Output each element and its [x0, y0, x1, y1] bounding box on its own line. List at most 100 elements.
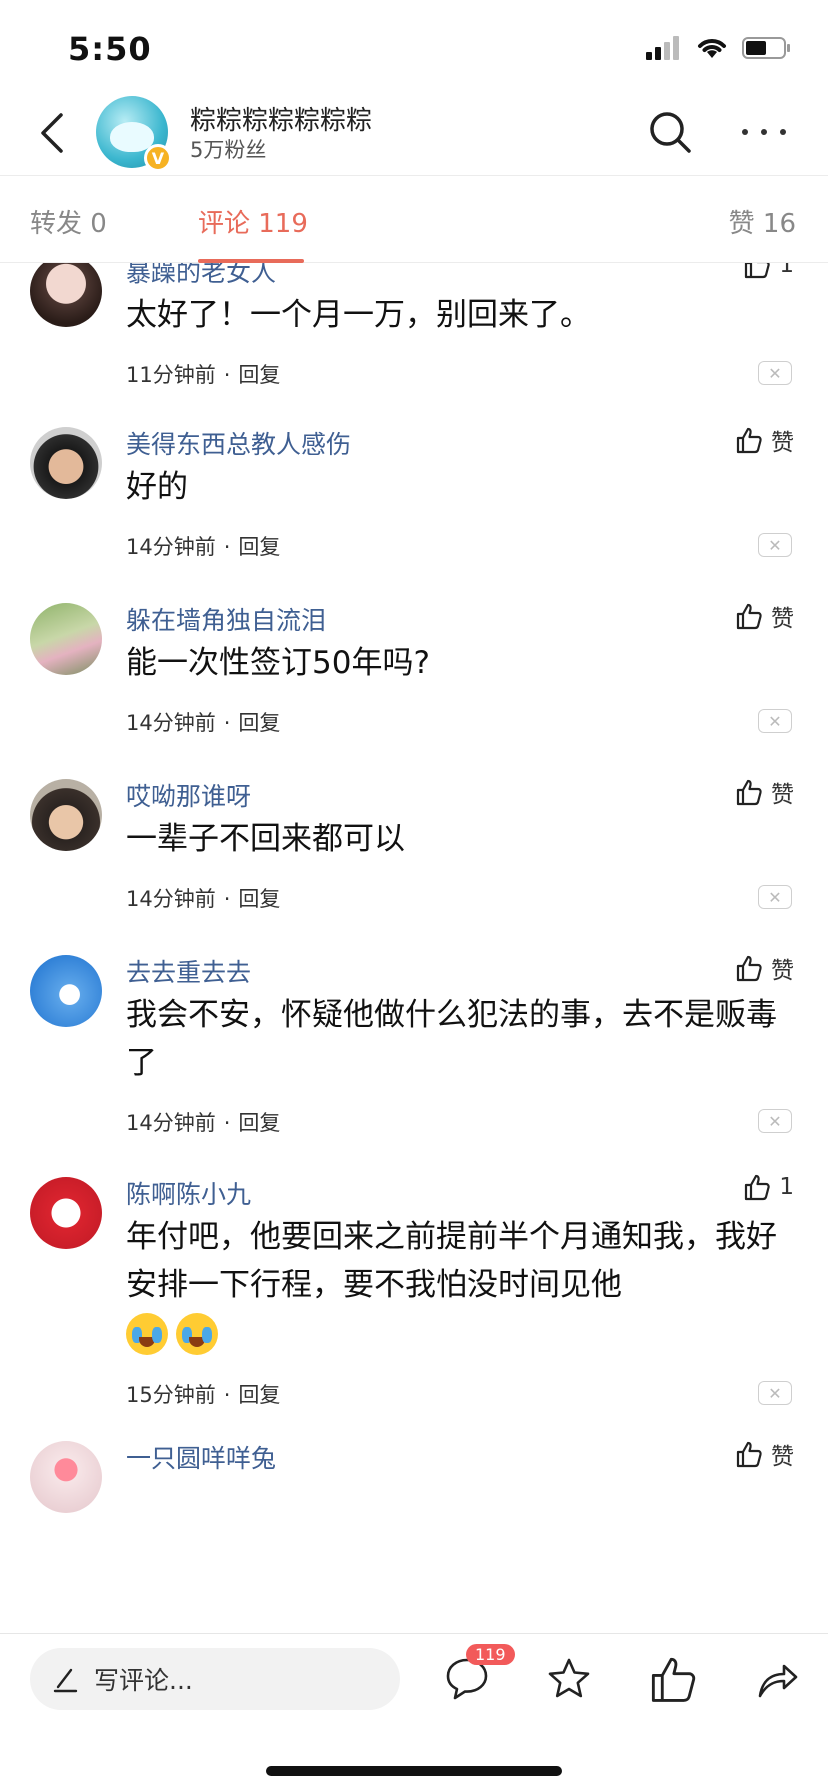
- status-time: 5:50: [68, 30, 152, 68]
- comment-time: 11分钟前: [126, 363, 216, 387]
- comment-meta: 14分钟前 · 回复: [126, 711, 281, 735]
- dismiss-button[interactable]: ✕: [758, 533, 792, 557]
- commenter-name[interactable]: 美得东西总教人感伤: [126, 425, 351, 461]
- commenter-name[interactable]: 躲在墙角独自流泪: [126, 601, 326, 637]
- comment-like-label: 赞: [771, 430, 794, 456]
- comment-meta: 15分钟前 · 回复: [126, 1383, 281, 1407]
- commenter-name[interactable]: 陈啊陈小九: [126, 1175, 251, 1211]
- commenter-name[interactable]: 一只圆咩咩兔: [126, 1439, 276, 1475]
- more-dot-icon: [742, 129, 748, 135]
- reply-button[interactable]: 回复: [238, 363, 280, 387]
- comment-time: 14分钟前: [126, 887, 216, 911]
- close-icon: ✕: [768, 535, 782, 555]
- tab-likes[interactable]: 赞 16: [729, 203, 796, 240]
- reply-button[interactable]: 回复: [238, 1383, 280, 1407]
- crying-laughing-emoji-icon: [126, 1313, 168, 1355]
- comment-text: 好的: [126, 469, 188, 505]
- comment-list[interactable]: 暴躁的老女人 1 太好了！一个月一万，别回来了。 11分钟前 · 回复 ✕ 美得东西…: [0, 263, 828, 1633]
- pencil-icon: [53, 1668, 78, 1693]
- thumbs-up-icon: [736, 603, 762, 630]
- comment-like-button[interactable]: 赞: [735, 1437, 794, 1471]
- comment-item: 哎呦那谁呀 赞 一辈子不回来都可以 14分钟前 · 回复 ✕: [0, 749, 828, 939]
- commenter-name[interactable]: 暴躁的老女人: [126, 263, 276, 289]
- comment-like-button[interactable]: 赞: [735, 775, 794, 809]
- profile-name[interactable]: 粽粽粽粽粽粽粽: [190, 100, 372, 137]
- write-comment-placeholder: 写评论...: [94, 1666, 193, 1695]
- comment-time: 14分钟前: [126, 1111, 216, 1135]
- more-button[interactable]: [742, 110, 786, 154]
- commenter-avatar[interactable]: [30, 955, 102, 1027]
- battery-icon: [742, 37, 790, 59]
- back-button[interactable]: [30, 108, 74, 158]
- close-icon: ✕: [768, 363, 782, 383]
- star-icon: [548, 1658, 590, 1698]
- favorite-button[interactable]: [544, 1654, 594, 1704]
- commenter-name[interactable]: 去去重去去: [126, 953, 251, 989]
- comment-time: 14分钟前: [126, 535, 216, 559]
- comment-like-label: 赞: [771, 606, 794, 632]
- comment-text: 太好了！一个月一万，别回来了。: [126, 297, 591, 333]
- emoji-row: [126, 1313, 226, 1355]
- commenter-avatar[interactable]: [30, 1177, 102, 1249]
- comment-like-button[interactable]: 赞: [735, 951, 794, 985]
- comment-like-button[interactable]: 赞: [735, 599, 794, 633]
- comment-like-button[interactable]: 1: [743, 263, 794, 279]
- commenter-avatar[interactable]: [30, 263, 102, 327]
- comment-item: 一只圆咩咩兔 赞: [0, 1411, 828, 1531]
- dismiss-button[interactable]: ✕: [758, 1109, 792, 1133]
- tab-comments[interactable]: 评论 119: [198, 203, 308, 240]
- status-bar: 5:50: [0, 0, 828, 88]
- comment-time: 15分钟前: [126, 1383, 216, 1407]
- fans-count: 5万粉丝: [190, 138, 267, 162]
- reply-button[interactable]: 回复: [238, 535, 280, 559]
- crying-laughing-emoji-icon: [176, 1313, 218, 1355]
- comment-text: 年付吧，他要回来之前提前半个月通知我，我好安排一下行程，要不我怕没时间见他: [126, 1219, 777, 1303]
- comment-like-label: 1: [779, 263, 794, 278]
- reply-button[interactable]: 回复: [238, 711, 280, 735]
- thumbs-up-icon: [736, 779, 762, 806]
- comment-like-button[interactable]: 赞: [735, 423, 794, 457]
- verified-badge: V: [144, 144, 172, 172]
- comment-meta: 14分钟前 · 回复: [126, 1111, 281, 1135]
- write-comment-input[interactable]: 写评论...: [30, 1648, 400, 1710]
- dismiss-button[interactable]: ✕: [758, 885, 792, 909]
- comment-like-label: 赞: [771, 958, 794, 984]
- home-indicator[interactable]: [266, 1766, 562, 1776]
- dismiss-button[interactable]: ✕: [758, 1381, 792, 1405]
- status-icons: [646, 36, 792, 60]
- more-dot-icon: [780, 129, 786, 135]
- dismiss-button[interactable]: ✕: [758, 709, 792, 733]
- tab-forward[interactable]: 转发 0: [30, 203, 107, 240]
- thumbs-up-icon: [651, 1657, 696, 1702]
- like-button[interactable]: [648, 1654, 698, 1704]
- thumbs-up-icon: [745, 263, 771, 279]
- share-button[interactable]: [752, 1654, 802, 1704]
- reply-button[interactable]: 回复: [238, 1111, 280, 1135]
- close-icon: ✕: [768, 1111, 782, 1131]
- chevron-left-icon: [41, 113, 63, 153]
- reply-button[interactable]: 回复: [238, 887, 280, 911]
- dismiss-button[interactable]: ✕: [758, 361, 792, 385]
- commenter-avatar[interactable]: [30, 603, 102, 675]
- commenter-avatar[interactable]: [30, 1441, 102, 1513]
- search-button[interactable]: [648, 110, 692, 154]
- commenter-avatar[interactable]: [30, 427, 102, 499]
- profile-avatar[interactable]: V: [96, 96, 172, 172]
- commenter-name[interactable]: 哎呦那谁呀: [126, 777, 251, 813]
- comment-like-label: 1: [779, 1174, 794, 1200]
- comment-item: 陈啊陈小九 1 年付吧，他要回来之前提前半个月通知我，我好安排一下行程，要不我怕…: [0, 1147, 828, 1437]
- comment-count-badge: 119: [466, 1644, 515, 1665]
- close-icon: ✕: [768, 1383, 782, 1403]
- comment-item: 美得东西总教人感伤 赞 好的 14分钟前 · 回复 ✕: [0, 397, 828, 587]
- comment-like-button[interactable]: 1: [743, 1173, 794, 1201]
- comment-time: 14分钟前: [126, 711, 216, 735]
- close-icon: ✕: [768, 711, 782, 731]
- tab-bar: 转发 0 评论 119 赞 16: [0, 177, 828, 263]
- comment-item: 躲在墙角独自流泪 赞 能一次性签订50年吗? 14分钟前 · 回复 ✕: [0, 573, 828, 763]
- comment-text: 一辈子不回来都可以: [126, 821, 405, 857]
- more-dot-icon: [761, 129, 767, 135]
- comment-like-label: 赞: [771, 782, 794, 808]
- commenter-avatar[interactable]: [30, 779, 102, 851]
- active-tab-indicator: [198, 259, 304, 263]
- thumbs-up-icon: [745, 1174, 771, 1201]
